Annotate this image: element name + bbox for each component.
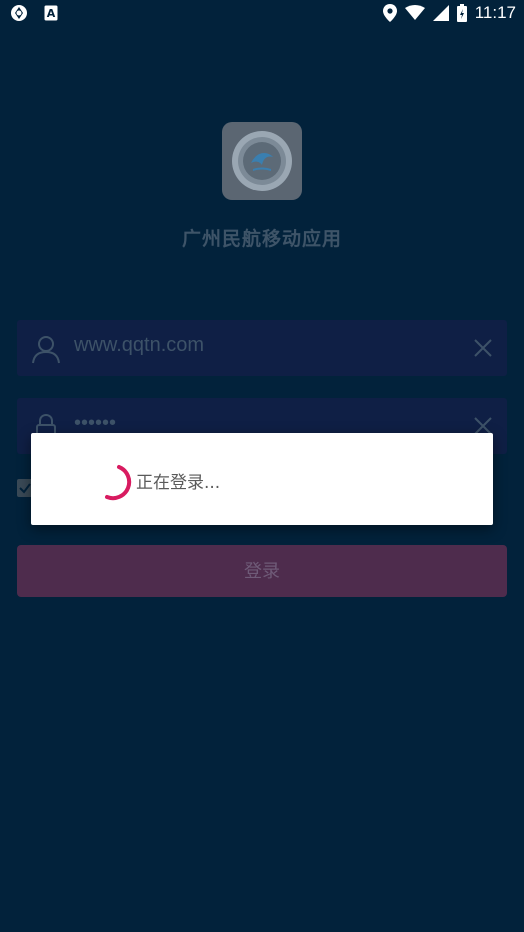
status-bar-right: 11:17 — [382, 3, 516, 23]
a-letter-icon: A — [44, 5, 58, 21]
loading-spinner-icon — [105, 465, 132, 501]
dialog-message: 正在登录... — [136, 473, 221, 493]
app-title: 广州民航移动应用 — [181, 228, 342, 250]
status-time: 11:17 — [474, 3, 516, 22]
app-logo — [222, 122, 302, 200]
sync-icon — [11, 5, 27, 21]
college-emblem-icon — [232, 131, 292, 191]
location-icon — [382, 4, 397, 22]
wifi-icon — [404, 5, 425, 20]
status-bar-left: A — [10, 4, 58, 22]
loading-dialog: 正在登录... — [31, 433, 493, 525]
user-icon — [32, 336, 60, 364]
username-field[interactable]: www.qqtn.com — [17, 320, 507, 376]
signal-icon — [432, 5, 449, 21]
svg-text:A: A — [47, 7, 56, 20]
username-value[interactable]: www.qqtn.com — [74, 334, 204, 357]
password-value[interactable]: •••••• — [74, 412, 116, 435]
close-icon[interactable] — [471, 336, 495, 360]
login-button[interactable]: 登录 — [17, 545, 507, 597]
status-bar: A 11:17 — [0, 0, 524, 28]
battery-icon — [456, 4, 467, 22]
